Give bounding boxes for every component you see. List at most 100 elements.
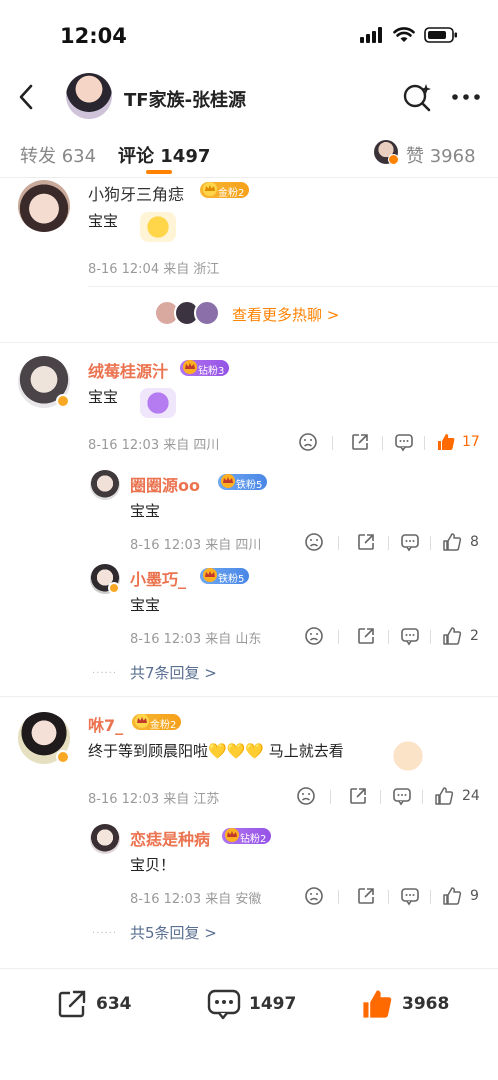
like-icon[interactable]	[434, 786, 454, 806]
more-icon[interactable]	[450, 82, 482, 112]
reply-avatar[interactable]	[90, 470, 120, 500]
comment-icon[interactable]	[400, 626, 420, 646]
fan-badge[interactable]: 金粉2	[132, 714, 182, 731]
comment-username[interactable]: 绒莓桂源汁	[88, 358, 168, 382]
comment-actions: 17	[298, 432, 488, 454]
reply-username[interactable]: 恋痣是种病	[130, 826, 210, 850]
comment-icon	[207, 989, 241, 1020]
like-filled-icon[interactable]	[436, 432, 456, 452]
status-time: 12:04	[60, 24, 127, 48]
page-title[interactable]: TF家族-张桂源	[124, 86, 246, 112]
like-icon[interactable]	[442, 886, 462, 906]
fan-badge[interactable]: 钻粉2	[222, 828, 272, 845]
comment-item: 咻7_ 金粉2 终于等到顾晨阳啦💛💛💛 马上就去看 8-16 12:03 来自 …	[0, 706, 498, 962]
share-icon[interactable]	[348, 786, 368, 806]
fan-badge[interactable]: 金粉2	[200, 182, 250, 199]
profile-avatar[interactable]	[66, 73, 112, 119]
dislike-icon[interactable]	[298, 432, 318, 452]
comment-username[interactable]: 咻7_	[88, 712, 123, 736]
action-separator	[388, 536, 389, 550]
action-separator	[430, 536, 431, 550]
comment-text: 宝宝	[88, 212, 119, 230]
bottom-comment-button[interactable]: 1497	[207, 987, 296, 1021]
fan-badge-label: 铁粉5	[236, 480, 263, 491]
reply-actions: 8	[304, 532, 488, 554]
action-separator	[332, 436, 333, 450]
nav-header: TF家族-张桂源	[0, 70, 498, 124]
divider	[88, 286, 498, 287]
comment-divider	[0, 696, 498, 697]
bottom-repost-button[interactable]: 634	[56, 987, 132, 1021]
comment-meta: 8-16 12:04 来自 浙江	[88, 262, 220, 277]
comment-text: 宝宝	[88, 388, 119, 406]
reply-meta: 8-16 12:03 来自 四川	[130, 538, 262, 553]
comment-actions: 24	[296, 786, 488, 808]
comment-icon[interactable]	[400, 886, 420, 906]
cat-sticker	[388, 736, 438, 776]
bottom-comment-count: 1497	[249, 994, 297, 1014]
fan-crown-icon	[203, 568, 217, 582]
back-arrow-icon[interactable]	[14, 82, 40, 112]
comment-item: 绒莓桂源汁 钻粉3 宝宝 8-16 12:03 来自 四川 17 圈圈源oo 铁…	[0, 352, 498, 696]
reply-text: 宝宝	[130, 502, 161, 520]
hot-chat-avatar	[194, 300, 220, 326]
reply-meta: 8-16 12:03 来自 山东	[130, 632, 262, 647]
dislike-icon[interactable]	[304, 532, 324, 552]
action-separator	[388, 630, 389, 644]
fan-badge-label: 铁粉5	[218, 574, 245, 585]
likes-avatar-badge	[388, 154, 399, 165]
tab-comments[interactable]: 评论 1497	[118, 142, 210, 168]
share-icon[interactable]	[356, 886, 376, 906]
view-more-replies-link[interactable]: 共7条回复 >	[130, 662, 217, 683]
diamond-badge-sticker	[140, 388, 176, 418]
view-more-replies-link[interactable]: 共5条回复 >	[130, 922, 217, 943]
gold-badge-sticker	[140, 212, 176, 242]
comment-avatar[interactable]	[18, 180, 70, 232]
fan-badge-label: 钻粉2	[240, 834, 267, 845]
comment-meta: 8-16 12:03 来自 江苏	[88, 792, 220, 807]
dislike-icon[interactable]	[304, 886, 324, 906]
comment-text: 终于等到顾晨阳啦💛💛💛 马上就去看	[88, 742, 344, 760]
share-icon[interactable]	[356, 532, 376, 552]
reply-text: 宝宝	[130, 596, 161, 614]
fan-badge[interactable]: 铁粉5	[218, 474, 268, 491]
share-icon[interactable]	[356, 626, 376, 646]
reply-avatar[interactable]	[90, 824, 120, 854]
like-icon[interactable]	[442, 626, 462, 646]
share-icon[interactable]	[350, 432, 370, 452]
fan-badge[interactable]: 铁粉5	[200, 568, 250, 585]
fan-crown-icon	[135, 714, 149, 728]
action-separator	[388, 890, 389, 904]
status-bar: 12:04	[0, 0, 498, 70]
verified-badge-icon	[56, 750, 70, 764]
tab-likes[interactable]: 赞 3968	[406, 142, 476, 168]
action-separator	[330, 790, 331, 804]
dislike-icon[interactable]	[296, 786, 316, 806]
like-icon[interactable]	[442, 532, 462, 552]
reply-username[interactable]: 小墨巧_	[130, 566, 186, 590]
view-more-hot-chats-link[interactable]: 查看更多热聊 >	[232, 304, 339, 325]
fan-crown-icon	[203, 182, 217, 196]
bottom-like-count: 3968	[402, 994, 450, 1014]
like-count: 17	[462, 434, 480, 450]
bottom-like-button[interactable]: 3968	[360, 987, 449, 1021]
dislike-icon[interactable]	[304, 626, 324, 646]
comment-icon[interactable]	[394, 432, 414, 452]
fan-badge-label: 金粉2	[150, 720, 177, 731]
reply-username[interactable]: 圈圈源oo	[130, 472, 200, 496]
reply-dots: ······	[92, 668, 118, 679]
reply-dots: ······	[92, 928, 118, 939]
fan-badge[interactable]: 钻粉3	[180, 360, 230, 377]
reply-meta: 8-16 12:03 来自 安徽	[130, 892, 262, 907]
action-separator	[338, 630, 339, 644]
action-separator	[380, 790, 381, 804]
fan-badge-label: 金粉2	[218, 188, 245, 199]
comment-username[interactable]: 小狗牙三角痣	[88, 181, 184, 205]
search-sparkle-icon[interactable]	[402, 82, 432, 112]
comment-icon[interactable]	[392, 786, 412, 806]
comment-meta: 8-16 12:03 来自 四川	[88, 438, 220, 453]
tab-repost[interactable]: 转发 634	[20, 142, 96, 168]
like-filled-icon	[363, 990, 392, 1018]
battery-icon	[424, 27, 457, 43]
comment-icon[interactable]	[400, 532, 420, 552]
